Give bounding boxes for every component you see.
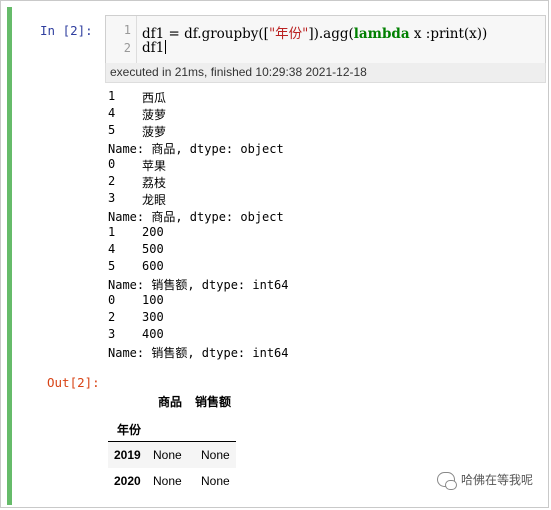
series-index: 2 bbox=[108, 310, 116, 324]
stdout-line: Name: 销售额, dtype: int64 bbox=[108, 278, 289, 292]
line-number: 1 bbox=[123, 23, 131, 37]
column-header: 销售额 bbox=[195, 395, 232, 409]
code-text: df1 bbox=[142, 40, 165, 56]
table-cell: None bbox=[153, 474, 182, 488]
code-text: ]).agg( bbox=[308, 26, 354, 42]
row-index: 2020 bbox=[114, 474, 141, 488]
watermark: 哈佛在等我呢 bbox=[436, 471, 533, 490]
stdout-line: 1 200 bbox=[108, 225, 164, 239]
code-line[interactable]: df1 bbox=[142, 40, 167, 56]
series-index: 2 bbox=[108, 174, 116, 188]
series-value: 西瓜 bbox=[142, 91, 167, 105]
table-cell: None bbox=[153, 448, 182, 462]
stdout-line: Name: 销售额, dtype: int64 bbox=[108, 346, 289, 360]
code-line[interactable]: df1 = df.groupby(["年份"]).agg(lambda x :p… bbox=[142, 22, 487, 42]
series-index: 1 bbox=[108, 89, 116, 103]
series-index: 4 bbox=[108, 106, 116, 120]
series-value: 菠萝 bbox=[142, 125, 167, 139]
series-value: 200 bbox=[142, 225, 164, 239]
series-index: 5 bbox=[108, 259, 116, 273]
wechat-icon bbox=[436, 472, 457, 490]
code-string: "年份" bbox=[268, 26, 309, 42]
output-prompt: Out[2]: bbox=[47, 375, 100, 390]
series-value: 苹果 bbox=[142, 159, 167, 173]
series-index: 1 bbox=[108, 225, 116, 239]
series-value: 600 bbox=[142, 259, 164, 273]
stdout-line: 0 100 bbox=[108, 293, 164, 307]
series-value: 400 bbox=[142, 327, 164, 341]
cell-selection-bar bbox=[7, 7, 12, 505]
stdout-line: 3 400 bbox=[108, 327, 164, 341]
line-number: 2 bbox=[123, 41, 131, 55]
stdout-line: 5 菠萝 bbox=[108, 123, 166, 139]
code-text: x :print(x)) bbox=[409, 26, 488, 42]
series-index: 5 bbox=[108, 123, 116, 137]
series-value: 500 bbox=[142, 242, 164, 256]
stdout-line: 2 300 bbox=[108, 310, 164, 324]
column-header: 商品 bbox=[158, 395, 183, 409]
stdout-line: Name: 商品, dtype: object bbox=[108, 210, 284, 224]
code-keyword: lambda bbox=[353, 26, 410, 42]
table-cell: None bbox=[201, 474, 230, 488]
series-value: 菠萝 bbox=[142, 108, 167, 122]
stdout-line: 1 西瓜 bbox=[108, 89, 166, 105]
series-index: 3 bbox=[108, 327, 116, 341]
table-cell: None bbox=[201, 448, 230, 462]
stdout-line: 5 600 bbox=[108, 259, 164, 273]
series-index: 0 bbox=[108, 157, 116, 171]
watermark-text: 哈佛在等我呢 bbox=[460, 473, 533, 487]
line-number-gutter: 1 2 bbox=[106, 16, 137, 63]
code-editor[interactable]: 1 2 df1 = df.groupby(["年份"]).agg(lambda … bbox=[105, 15, 546, 64]
execution-info: executed in 21ms, finished 10:29:38 2021… bbox=[105, 63, 546, 83]
stdout-line: 4 500 bbox=[108, 242, 164, 256]
row-index: 2019 bbox=[114, 448, 141, 462]
stdout-line: 4 菠萝 bbox=[108, 106, 166, 122]
stdout-line: 2 荔枝 bbox=[108, 174, 166, 190]
stdout-line: 0 苹果 bbox=[108, 157, 166, 173]
stdout-line: Name: 商品, dtype: object bbox=[108, 142, 284, 156]
series-index: 4 bbox=[108, 242, 116, 256]
series-index: 3 bbox=[108, 191, 116, 205]
series-value: 300 bbox=[142, 310, 164, 324]
series-value: 荔枝 bbox=[142, 176, 167, 190]
stdout-line: 3 龙眼 bbox=[108, 191, 166, 207]
input-prompt: In [2]: bbox=[40, 23, 93, 38]
text-cursor bbox=[165, 40, 167, 54]
series-index: 0 bbox=[108, 293, 116, 307]
series-value: 100 bbox=[142, 293, 164, 307]
series-value: 龙眼 bbox=[142, 193, 167, 207]
index-name: 年份 bbox=[117, 423, 142, 437]
